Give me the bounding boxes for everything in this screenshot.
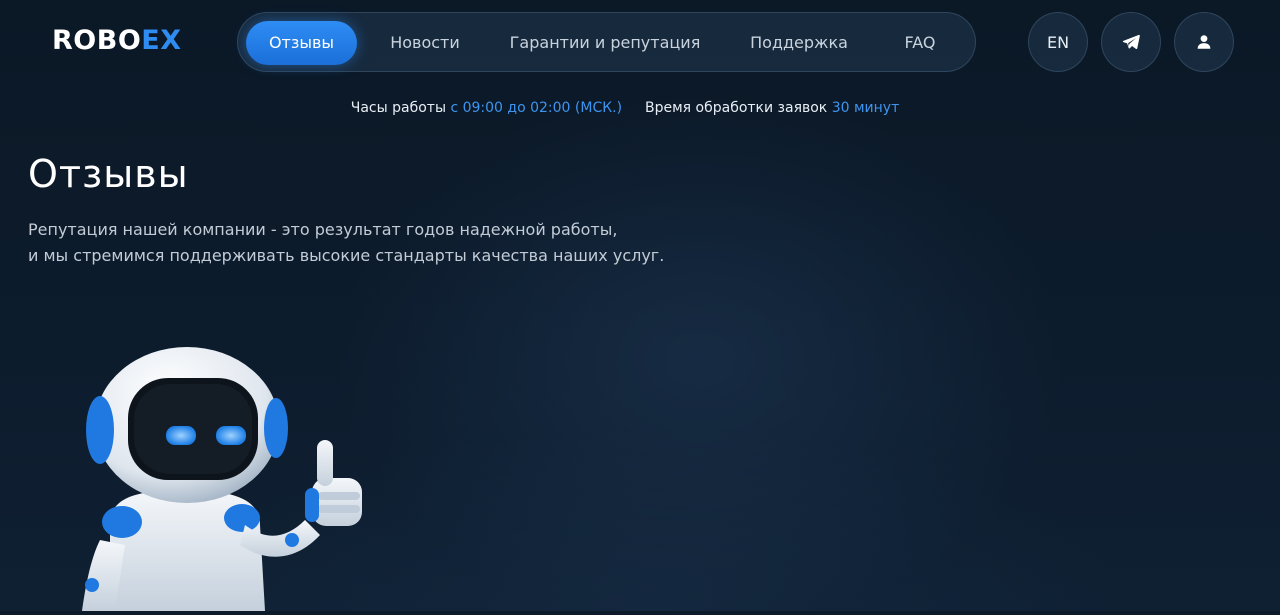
nav-item-reviews[interactable]: Отзывы [246, 21, 357, 65]
logo-text-robo: ROBO [52, 25, 142, 56]
processing-value: 30 минут [831, 100, 900, 116]
page-title: Отзывы [28, 152, 189, 196]
telegram-button[interactable] [1101, 12, 1161, 72]
hours-label: Часы работы [350, 100, 447, 116]
nav-item-support[interactable]: Поддержка [738, 21, 860, 65]
nav-item-news[interactable]: Новости [371, 21, 479, 65]
logo[interactable]: ROBOEX [52, 24, 182, 58]
processing-label: Время обработки заявок [644, 100, 828, 116]
hours-value: с 09:00 до 02:00 (МСК.) [450, 100, 623, 116]
working-hours-bar: Часы работы с 09:00 до 02:00 (МСК.) Врем… [0, 98, 1250, 118]
robot-mascot-illustration [70, 340, 390, 611]
language-label: EN [1046, 32, 1070, 52]
language-button[interactable]: EN [1028, 12, 1088, 72]
user-icon [1195, 33, 1213, 51]
telegram-icon [1121, 32, 1141, 52]
main-nav: Отзывы Новости Гарантии и репутация Подд… [237, 12, 976, 72]
nav-item-guarantees[interactable]: Гарантии и репутация [500, 21, 710, 65]
subtitle-line-1: Репутация нашей компании - это результат… [28, 220, 618, 239]
subtitle-line-2: и мы стремимся поддерживать высокие стан… [28, 246, 665, 265]
user-button[interactable] [1174, 12, 1234, 72]
logo-text-ex: EX [141, 25, 182, 56]
page-subtitle: Репутация нашей компании - это результат… [28, 217, 664, 269]
nav-item-faq[interactable]: FAQ [888, 21, 952, 65]
